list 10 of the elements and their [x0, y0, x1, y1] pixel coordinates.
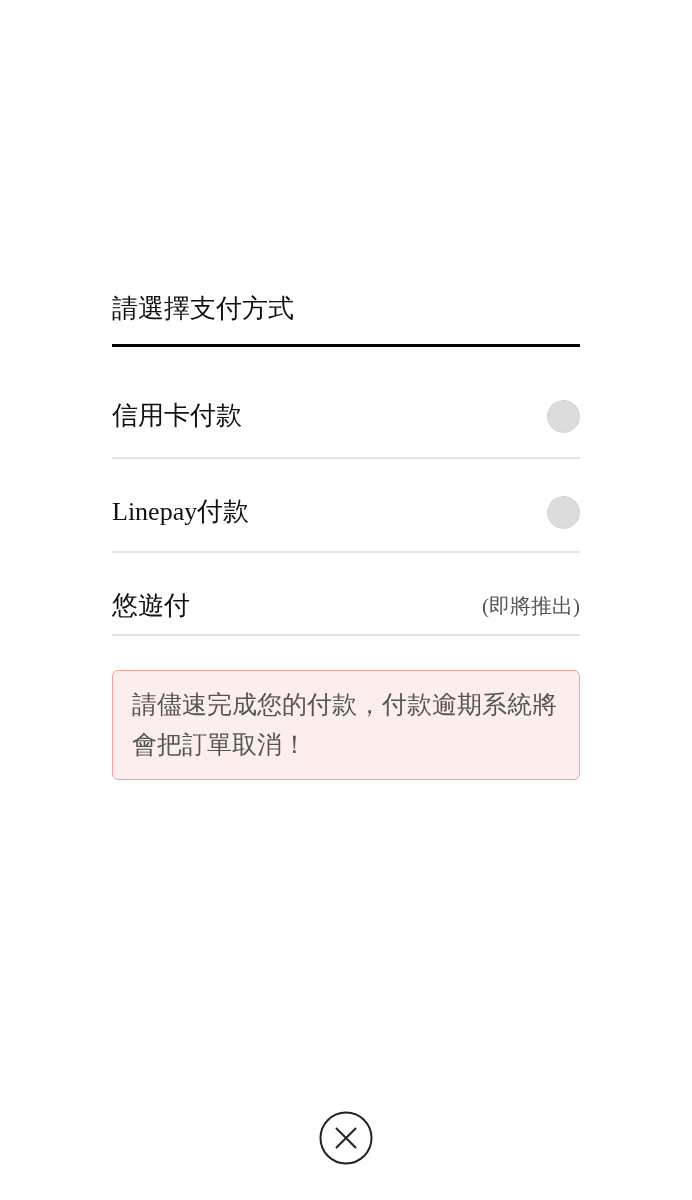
payment-title: 請選擇支付方式: [112, 292, 294, 325]
payment-option-label[interactable]: 信用卡付款: [112, 397, 242, 435]
radio-button[interactable]: [547, 495, 580, 529]
payment-option-label[interactable]: Linepay付款: [112, 493, 250, 531]
close-icon: [319, 1111, 373, 1165]
coming-soon-note: (即將推出): [482, 593, 580, 620]
payment-option-label: 悠遊付: [112, 590, 190, 622]
close-button[interactable]: [319, 1111, 373, 1165]
radio-button[interactable]: [547, 399, 580, 433]
warning-alert: 請儘速完成您的付款，付款逾期系統將會把訂單取消！: [112, 670, 580, 780]
